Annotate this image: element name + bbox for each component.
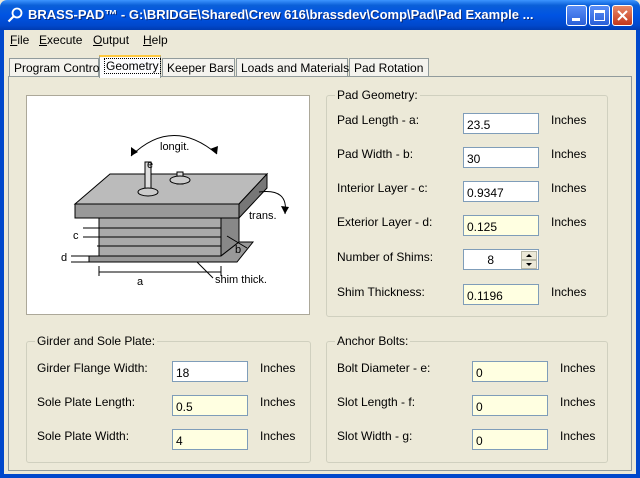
window-frame-bottom <box>0 474 640 478</box>
tab-keeper-bars[interactable]: Keeper Bars <box>162 58 235 76</box>
bolt-diameter-field: 0 <box>472 361 548 382</box>
minimize-icon <box>572 18 580 21</box>
unit-label: Inches <box>551 215 587 229</box>
window-title: BRASS-PAD™ - G:\BRIDGE\Shared\Crew 616\b… <box>28 7 534 22</box>
unit-label: Inches <box>260 361 296 375</box>
slot-length-field: 0 <box>472 395 548 416</box>
magnifier-icon <box>7 7 23 23</box>
unit-label: Inches <box>560 429 596 443</box>
spin-down-button[interactable] <box>521 260 537 269</box>
pad-length-input[interactable]: 23.5 <box>463 113 539 134</box>
slot-length-label: Slot Length - f: <box>337 395 416 409</box>
girder-flange-width-label: Girder Flange Width: <box>37 361 148 375</box>
menu-help[interactable]: Help <box>143 33 168 47</box>
sole-plate-length-label: Sole Plate Length: <box>37 395 136 409</box>
unit-label: Inches <box>260 395 296 409</box>
menu-bar: File Execute Output Help <box>4 30 636 50</box>
slot-width-field: 0 <box>472 429 548 450</box>
diagram-label-a: a <box>137 276 144 288</box>
maximize-icon <box>594 10 605 21</box>
unit-label: Inches <box>551 285 587 299</box>
bolt-diameter-label: Bolt Diameter - e: <box>337 361 431 375</box>
menu-execute[interactable]: Execute <box>39 33 82 47</box>
shim-thickness-field: 0.1196 <box>463 284 539 305</box>
unit-label: Inches <box>560 361 596 375</box>
pad-width-label: Pad Width - b: <box>337 147 414 161</box>
diagram-label-b: b <box>235 244 242 256</box>
arrow-down-icon <box>526 263 532 266</box>
diagram-label-shim: shim thick. <box>215 274 267 286</box>
maximize-button[interactable] <box>589 5 610 26</box>
shim-thickness-label: Shim Thickness: <box>337 285 425 299</box>
number-of-shims-spinner[interactable]: 8 <box>463 249 539 270</box>
unit-label: Inches <box>551 113 587 127</box>
sole-plate-length-field: 0.5 <box>172 395 248 416</box>
unit-label: Inches <box>560 395 596 409</box>
unit-label: Inches <box>551 147 587 161</box>
window-frame-right <box>636 30 640 478</box>
tab-pad-rotation[interactable]: Pad Rotation <box>349 58 429 76</box>
diagram-label-e: e <box>147 159 154 171</box>
slot-width-label: Slot Width - g: <box>337 429 413 443</box>
spin-up-button[interactable] <box>521 251 537 260</box>
minimize-button[interactable] <box>566 5 587 26</box>
tab-loads-and-materials[interactable]: Loads and Materials <box>236 58 349 76</box>
unit-label: Inches <box>551 181 587 195</box>
group-title: Anchor Bolts: <box>335 334 411 348</box>
diagram-label-longit: longit. <box>160 141 190 153</box>
group-title: Girder and Sole Plate: <box>35 334 158 348</box>
number-of-shims-label: Number of Shims: <box>337 250 434 264</box>
interior-layer-label: Interior Layer - c: <box>337 181 428 195</box>
menu-output[interactable]: Output <box>93 33 129 47</box>
exterior-layer-field: 0.125 <box>463 215 539 236</box>
window-frame-left <box>0 30 4 478</box>
group-title: Pad Geometry: <box>335 88 420 102</box>
diagram-label-d: d <box>61 252 68 264</box>
diagram-label-trans: trans. <box>249 210 277 222</box>
close-button[interactable] <box>612 5 633 26</box>
pad-length-label: Pad Length - a: <box>337 113 420 127</box>
diagram-label-c: c <box>73 230 79 242</box>
girder-flange-width-input[interactable]: 18 <box>172 361 248 382</box>
exterior-layer-label: Exterior Layer - d: <box>337 215 433 229</box>
sole-plate-width-label: Sole Plate Width: <box>37 429 130 443</box>
menu-file[interactable]: File <box>10 33 29 47</box>
interior-layer-input[interactable]: 0.9347 <box>463 181 539 202</box>
sole-plate-width-field: 4 <box>172 429 248 450</box>
unit-label: Inches <box>260 429 296 443</box>
arrow-up-icon <box>526 254 532 257</box>
pad-width-input[interactable]: 30 <box>463 147 539 168</box>
number-of-shims-value: 8 <box>487 253 494 267</box>
title-bar: BRASS-PAD™ - G:\BRIDGE\Shared\Crew 616\b… <box>0 0 640 30</box>
pad-diagram: longit. e trans. c d b a shim thick. <box>26 95 310 315</box>
close-icon <box>617 10 628 21</box>
tab-program-control[interactable]: Program Control <box>9 58 102 76</box>
tab-geometry[interactable]: Geometry <box>99 55 161 78</box>
